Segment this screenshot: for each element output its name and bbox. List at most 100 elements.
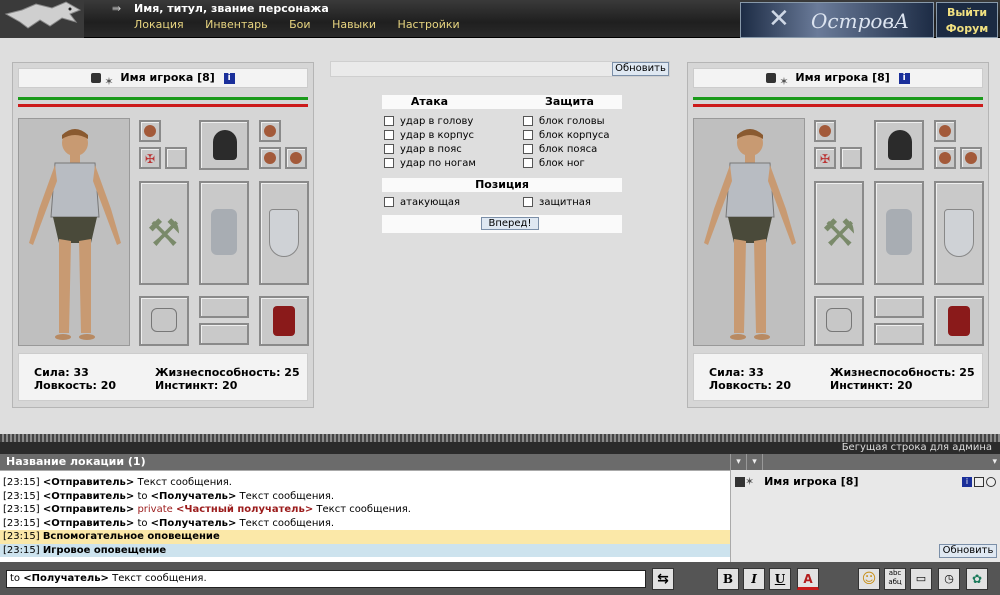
defense-header: Защита	[545, 95, 594, 108]
underline-button[interactable]: U	[769, 568, 791, 590]
user-list-item[interactable]: ✶ Имя игрока [8]	[735, 475, 858, 488]
attack-legs-option[interactable]: удар по ногам	[384, 157, 476, 170]
shield-slot[interactable]	[934, 181, 984, 285]
checkbox[interactable]	[523, 197, 533, 207]
smiley-icon[interactable]: ☺	[858, 568, 880, 590]
chevron-down-icon[interactable]: ▾	[746, 454, 762, 470]
attack-head-option[interactable]: удар в голову	[384, 115, 473, 128]
recipient-name[interactable]: <Получатель>	[151, 518, 237, 529]
nav-fights[interactable]: Бои	[289, 18, 310, 31]
position-defense-option[interactable]: защитная	[523, 196, 591, 209]
legs-slot[interactable]	[199, 323, 249, 345]
info-icon[interactable]: i	[898, 72, 910, 84]
shield-slot[interactable]	[259, 181, 309, 285]
attack-waist-option[interactable]: удар в пояс	[384, 143, 462, 156]
amulet-slot[interactable]: ✠	[814, 147, 836, 169]
user-list-dropdown[interactable]: ▾	[762, 454, 1000, 470]
axe-icon: ⚒	[146, 211, 182, 255]
checkbox[interactable]	[384, 116, 394, 126]
nav-settings[interactable]: Настройки	[398, 18, 460, 31]
helmet-small-icon	[144, 125, 156, 137]
bold-button[interactable]: B	[717, 568, 739, 590]
sender-name[interactable]: <Отправитель>	[43, 477, 134, 488]
forum-link[interactable]: Форум	[937, 21, 997, 37]
italic-button[interactable]: I	[743, 568, 765, 590]
empty-slot[interactable]	[165, 147, 187, 169]
ring-slot[interactable]	[814, 120, 836, 142]
eye-icon	[91, 73, 102, 83]
ring-slot-3[interactable]	[259, 147, 281, 169]
checkbox[interactable]	[523, 144, 533, 154]
legs-slot[interactable]	[874, 323, 924, 345]
nav-skills[interactable]: Навыки	[332, 18, 376, 31]
translit-button[interactable]: abc абц	[884, 568, 906, 590]
info-icon[interactable]: i	[223, 72, 235, 84]
position-attack-option[interactable]: атакующая	[384, 196, 460, 209]
chevron-down-icon[interactable]: ▾	[730, 454, 746, 470]
shield-icon	[269, 209, 299, 257]
eye-icon[interactable]	[974, 477, 984, 487]
boots-slot[interactable]	[934, 296, 984, 346]
empty-slot[interactable]	[840, 147, 862, 169]
checkbox[interactable]	[384, 158, 394, 168]
armor-slot[interactable]	[874, 181, 924, 285]
checkbox[interactable]	[523, 116, 533, 126]
stat-strength: Сила: 33	[34, 366, 89, 379]
forward-button[interactable]: Вперед!	[481, 217, 539, 230]
player-name: Имя игрока [8]	[120, 71, 215, 84]
amulet-slot[interactable]: ✠	[139, 147, 161, 169]
recipient-name[interactable]: <Получатель>	[151, 491, 237, 502]
player-name-bar: ✶ Имя игрока [8] i	[693, 68, 983, 88]
monitor-icon[interactable]: ▭	[910, 568, 932, 590]
crossed-swords-icon: ✕	[768, 4, 790, 34]
player-stats: Сила: 33 Ловкость: 20 Жизнеспособность: …	[693, 353, 983, 401]
chat-input[interactable]: to <Получатель> Текст сообщения.	[6, 570, 646, 588]
weapon-slot[interactable]: ⚒	[814, 181, 864, 285]
users-refresh-button[interactable]: Обновить	[939, 544, 997, 558]
attack-body-option[interactable]: удар в корпус	[384, 129, 474, 142]
private-recipient-name[interactable]: <Частный получатель>	[176, 504, 313, 515]
ring-slot-3[interactable]	[934, 147, 956, 169]
sender-name[interactable]: <Отправитель>	[43, 504, 134, 515]
gloves-slot[interactable]	[139, 296, 189, 346]
refresh-button[interactable]: Обновить	[612, 62, 669, 76]
ring-slot-4[interactable]	[960, 147, 982, 169]
boots-icon	[273, 306, 295, 336]
ring-slot-2[interactable]	[934, 120, 956, 142]
axe-icon: ⚒	[821, 211, 857, 255]
info-icon[interactable]: i	[962, 477, 972, 487]
gloves-slot[interactable]	[814, 296, 864, 346]
checkbox[interactable]	[523, 130, 533, 140]
clock-icon[interactable]: ◷	[938, 568, 960, 590]
star-icon: ✶	[104, 75, 114, 88]
boots-slot[interactable]	[259, 296, 309, 346]
sender-name[interactable]: <Отправитель>	[43, 518, 134, 529]
helmet-slot[interactable]	[199, 120, 249, 170]
text-color-button[interactable]: A	[797, 568, 819, 590]
ring-slot-4[interactable]	[285, 147, 307, 169]
checkbox[interactable]	[384, 130, 394, 140]
belt-slot[interactable]	[199, 296, 249, 318]
helmet-slot[interactable]	[874, 120, 924, 170]
settings-icon[interactable]: ✿	[966, 568, 988, 590]
belt-slot[interactable]	[874, 296, 924, 318]
checkbox[interactable]	[384, 197, 394, 207]
block-body-option[interactable]: блок корпуса	[523, 129, 609, 142]
weapon-slot[interactable]: ⚒	[139, 181, 189, 285]
block-legs-option[interactable]: блок ног	[523, 157, 585, 170]
sender-name[interactable]: <Отправитель>	[43, 491, 134, 502]
block-waist-option[interactable]: блок пояса	[523, 143, 597, 156]
user-list: ✶ Имя игрока [8] i Обновить	[730, 470, 1000, 562]
armor-slot[interactable]	[199, 181, 249, 285]
nav-inventory[interactable]: Инвентарь	[205, 18, 267, 31]
block-head-option[interactable]: блок головы	[523, 115, 605, 128]
ring-slot[interactable]	[139, 120, 161, 142]
private-icon[interactable]	[986, 477, 996, 487]
stat-agility: Ловкость: 20	[34, 379, 117, 392]
ring-slot-2[interactable]	[259, 120, 281, 142]
exit-link[interactable]: Выйти	[937, 5, 997, 21]
send-button[interactable]: ⇆	[652, 568, 674, 590]
checkbox[interactable]	[384, 144, 394, 154]
checkbox[interactable]	[523, 158, 533, 168]
nav-location[interactable]: Локация	[134, 18, 184, 31]
